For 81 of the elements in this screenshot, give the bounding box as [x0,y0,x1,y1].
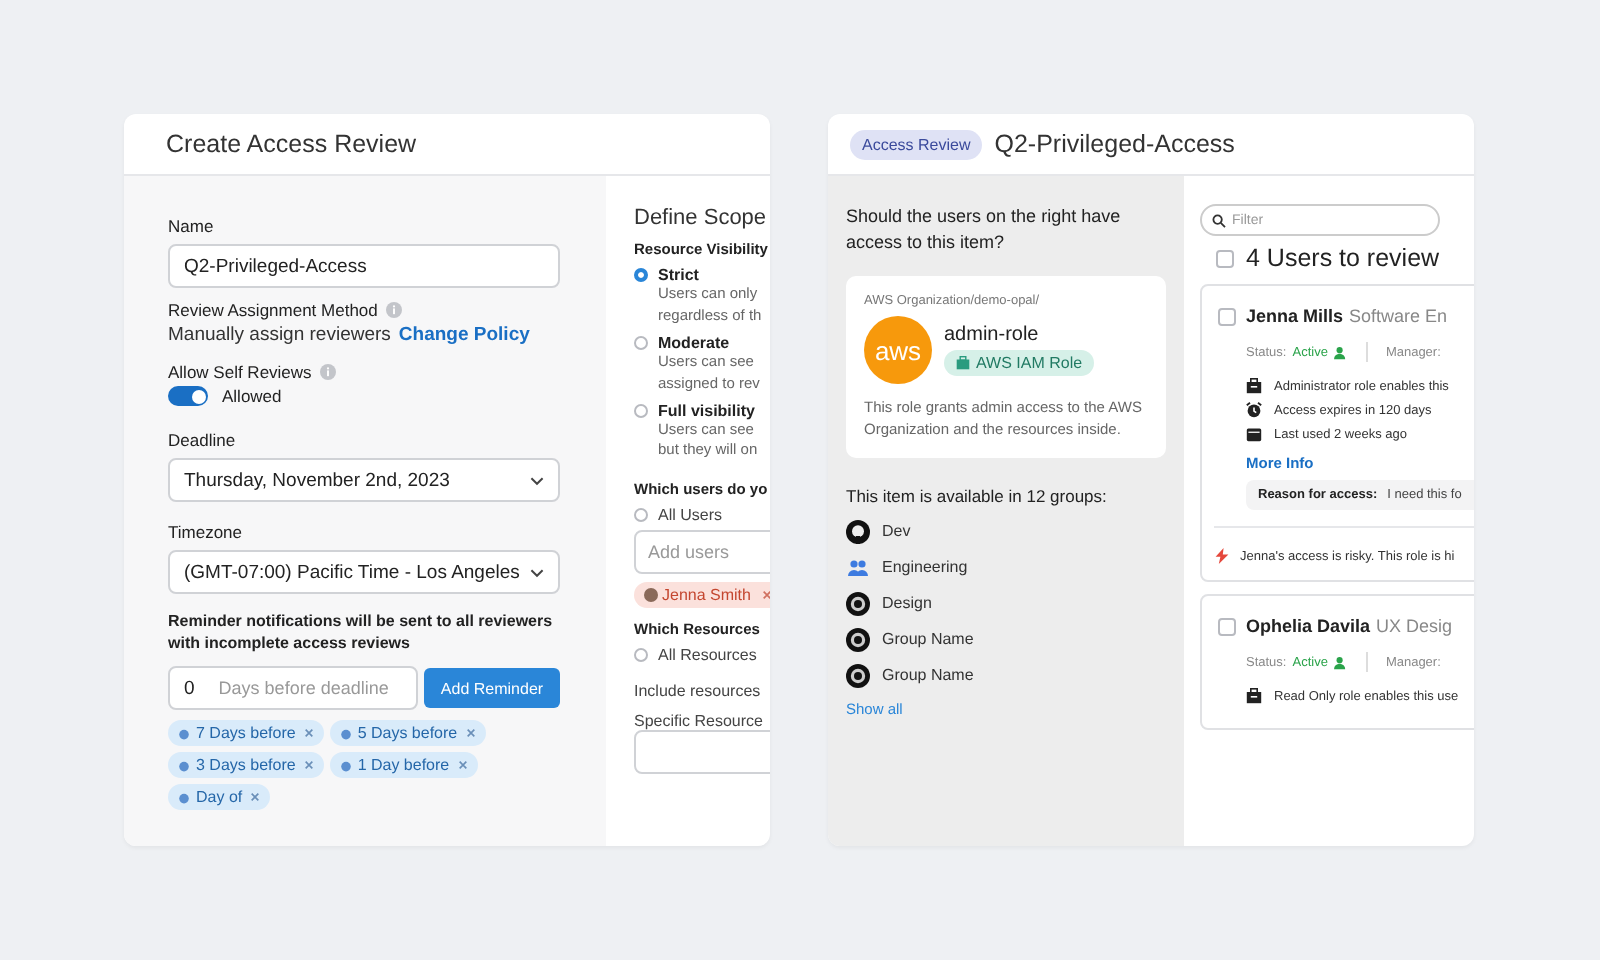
reminder-tag[interactable]: 3 Days before [168,752,324,779]
method-value: Manually assign reviewers [168,324,391,346]
lightning-icon [1214,548,1230,564]
section-title: Define Scope [634,206,767,230]
radio-button[interactable] [634,403,648,417]
field-label: Include resources [634,682,761,701]
reminder-tag[interactable]: 7 Days before [168,720,324,747]
briefcase-icon [1246,688,1262,704]
group-name: Group Name [882,630,974,649]
group-name: Dev [882,522,911,541]
breadcrumb-badge[interactable]: Access Review [850,129,983,159]
radio-button[interactable] [634,335,648,350]
option-label: Strict [658,266,699,284]
briefcase-icon [1246,378,1262,394]
field-label: Review Assignment Method [168,300,378,320]
groups-heading: This item is available in 12 groups: [846,485,1107,506]
role-tag: AWS IAM Role [944,350,1095,377]
close-icon[interactable] [457,760,468,771]
radio-button[interactable] [634,268,648,282]
group-name: Design [882,594,932,613]
resources-field[interactable] [634,730,770,775]
briefcase-icon [956,356,970,371]
checkbox[interactable] [1218,307,1236,325]
close-icon[interactable] [762,590,770,601]
checkbox[interactable] [1216,249,1234,267]
option-label: All Resources [658,646,757,665]
person-icon [1333,345,1348,359]
close-icon[interactable] [465,728,476,739]
field-label: Name [168,216,214,236]
field-label: Specific Resource [634,712,763,731]
target-icon [846,627,870,652]
panel-title: Q2-Privileged-Access [994,130,1235,158]
user-tag[interactable]: Jenna Smith [634,582,770,609]
field-label: Timezone [168,522,243,542]
reminder-note: Reminder notifications will be sent to all reviewers with incomplete access reviews [168,610,555,655]
toggle-switch[interactable] [168,386,208,406]
chevron-icon [530,567,544,577]
users-heading: 4 Users to review [1246,244,1440,272]
panel-title: Create Access Review [166,130,417,158]
days-input[interactable]: 0 Days before deadline [168,666,418,711]
item-name: admin-role [944,324,1039,347]
deadline-dropdown[interactable]: Thursday, November 2nd, 2023 [168,458,560,502]
close-icon[interactable] [250,792,261,803]
user-role: Software En [1349,306,1448,326]
reminder-tag[interactable]: 1 Day before [329,752,478,779]
field-label: Allow Self Reviews [168,362,312,382]
alarm-clock-icon [1246,402,1262,418]
close-icon[interactable] [303,728,314,739]
field-label: Deadline [168,430,236,450]
toggle-label: Allowed [222,386,282,406]
user-name: Jenna Mills [1246,306,1344,326]
github-icon [846,519,870,544]
timezone-dropdown[interactable]: (GMT-07:00) Pacific Time - Los Angeles [168,550,560,594]
option-label: Full visibility [658,401,755,419]
question-text: Should the users on the right have access to this item? [846,204,1123,257]
checkbox[interactable] [1218,617,1236,635]
target-icon [846,591,870,616]
close-icon[interactable] [303,760,314,771]
option-label: Moderate [658,333,730,352]
people-icon [846,555,870,580]
search-icon [1212,213,1226,227]
radio-button[interactable] [634,648,648,663]
target-icon [846,663,870,688]
add-reminder-button[interactable]: Add Reminder [424,668,560,709]
calendar-icon [1246,426,1262,442]
user-name: Ophelia Davila [1246,616,1371,636]
info-icon [385,302,402,318]
name-field[interactable]: Q2-Privileged-Access [168,244,560,288]
reminder-tag[interactable]: Day of [168,784,271,811]
radio-button[interactable] [634,508,648,523]
add-users-field[interactable]: Add users [634,530,770,575]
group-name: Engineering [882,558,968,577]
group-name: Group Name [882,666,974,685]
info-icon [319,364,336,380]
user-role: UX Desig [1376,616,1453,636]
chevron-icon [530,475,544,485]
aws-logo: aws [864,316,932,385]
reminder-tag[interactable]: 5 Days before [329,720,486,747]
person-icon [1333,655,1348,669]
change-policy-link[interactable]: Change Policy [398,324,530,346]
option-label: All Users [658,506,723,525]
